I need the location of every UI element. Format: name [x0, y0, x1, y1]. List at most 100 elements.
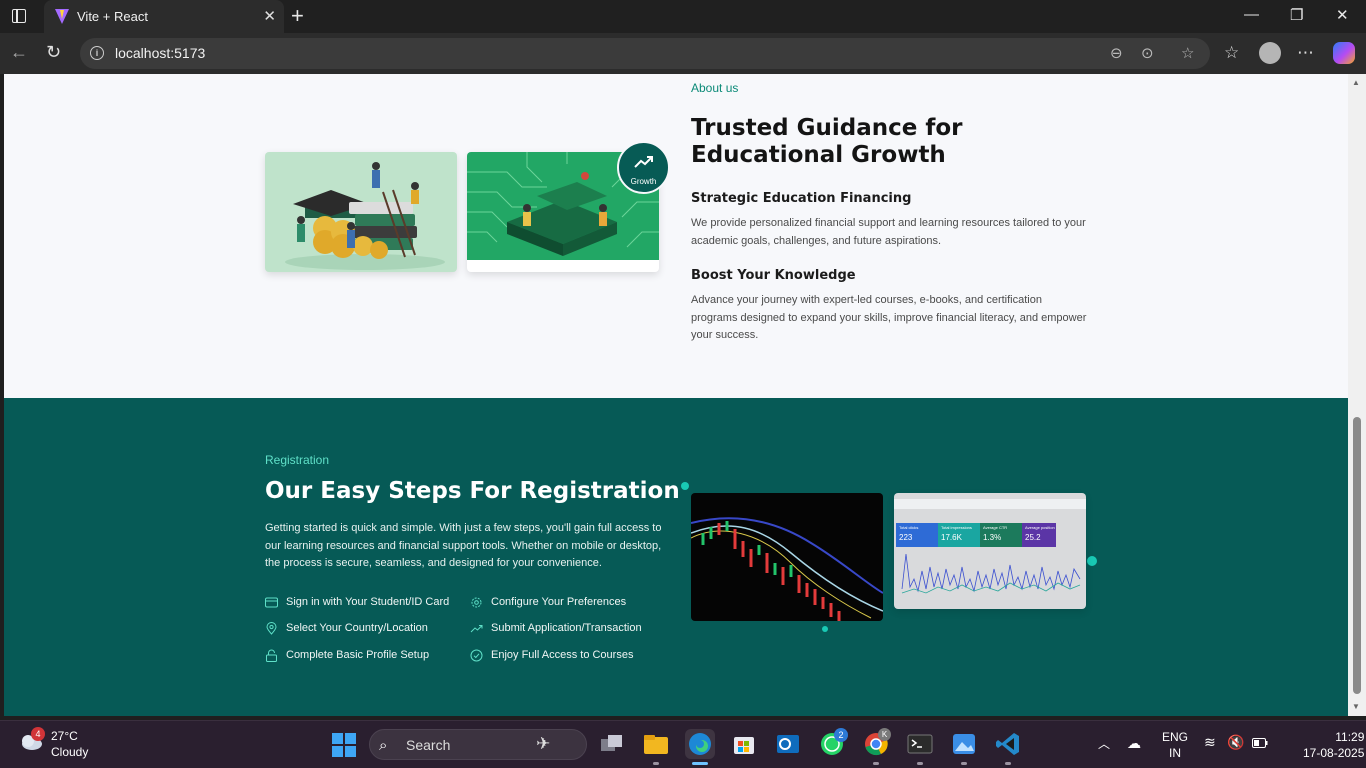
taskbar-indicator — [653, 762, 659, 765]
tab-close-icon[interactable]: ✕ — [263, 7, 276, 25]
address-toolbar: ← ↻ i localhost:5173 ⊖ ⊙ ☆ ☆ ⋯ — [0, 33, 1366, 74]
step-label: Configure Your Preferences — [491, 596, 627, 608]
page-viewport: Growth About us Trusted Guidance for Edu… — [4, 74, 1348, 716]
analytics-dashboard-image: Total clicks 223 Total impressions 17.6K… — [894, 493, 1086, 609]
more-menu-icon[interactable]: ⋯ — [1297, 43, 1314, 63]
volume-muted-icon[interactable]: 🔇 — [1227, 734, 1244, 751]
trending-up-icon — [470, 625, 483, 633]
new-tab-icon[interactable]: + — [291, 3, 304, 29]
tab-actions-icon[interactable] — [12, 9, 26, 23]
dashboard-toolbar — [894, 499, 1086, 509]
outlook-icon[interactable] — [773, 729, 803, 759]
decor-dot — [822, 626, 828, 632]
registration-eyebrow: Registration — [265, 453, 330, 467]
line-chart-graphic — [901, 553, 1081, 594]
step-label: Select Your Country/Location — [286, 622, 428, 634]
language-indicator[interactable]: ENG IN — [1162, 729, 1188, 761]
tray-overflow-icon[interactable]: ︿ — [1098, 735, 1110, 752]
vscode-icon[interactable] — [993, 729, 1023, 759]
url-field[interactable]: i localhost:5173 ⊖ ⊙ ☆ — [80, 38, 1210, 69]
growth-badge-label: Growth — [630, 177, 657, 186]
onedrive-icon[interactable]: ☁ — [1127, 735, 1141, 752]
copilot-icon[interactable] — [1333, 42, 1355, 64]
step-label: Sign in with Your Student/ID Card — [286, 596, 450, 608]
taskbar-indicator — [961, 762, 967, 765]
feature-text-knowledge: Advance your journey with expert-led cou… — [691, 294, 1087, 341]
scroll-down-icon[interactable]: ▼ — [1352, 702, 1360, 711]
gear-icon — [471, 597, 482, 608]
growth-badge: Growth — [617, 141, 670, 194]
taskbar-active-indicator — [692, 762, 708, 765]
weather-condition[interactable]: Cloudy — [51, 745, 88, 759]
wifi-icon[interactable]: ≋ — [1204, 734, 1216, 751]
refresh-icon[interactable]: ↻ — [46, 42, 61, 63]
taskbar-indicator — [917, 762, 923, 765]
lock-icon — [266, 649, 277, 662]
stat-card-clicks: Total clicks 223 — [896, 523, 938, 547]
about-section: Growth About us Trusted Guidance for Edu… — [4, 74, 1348, 398]
search-icon: ⌕ — [379, 737, 388, 754]
feature-text-financing: We provide personalized financial suppor… — [691, 217, 1086, 247]
battery-icon[interactable] — [1252, 738, 1268, 748]
tab-title: Vite + React — [77, 9, 148, 24]
location-pin-icon — [266, 622, 277, 635]
browser-tab[interactable]: Vite + React ✕ — [44, 0, 284, 33]
taskbar-indicator — [873, 762, 879, 765]
page-scrollbar[interactable]: ▲ ▼ — [1348, 74, 1366, 716]
reading-mode-icon[interactable]: ⊙ — [1141, 44, 1154, 62]
trending-up-icon — [634, 156, 653, 168]
stat-card-position: Average position 25.2 — [1022, 523, 1056, 547]
url-text[interactable]: localhost:5173 — [115, 45, 205, 61]
taskbar-indicator — [1005, 762, 1011, 765]
taskbar: 4 27°C Cloudy ⌕ Search ✈ 2 K ︿ ☁ ENG IN … — [0, 720, 1366, 768]
favorite-star-icon[interactable]: ☆ — [1181, 44, 1194, 62]
minimize-icon[interactable]: — — [1244, 6, 1259, 23]
registration-text: Getting started is quick and simple. Wit… — [265, 522, 662, 569]
feature-title-financing: Strategic Education Financing — [691, 191, 912, 206]
vite-logo-icon — [55, 9, 69, 24]
favorites-icon[interactable]: ☆ — [1224, 43, 1239, 63]
step-label: Submit Application/Transaction — [491, 622, 642, 634]
clock[interactable]: 11:29 17-08-2025 — [1303, 729, 1365, 761]
terminal-icon[interactable] — [905, 729, 935, 759]
whatsapp-badge: 2 — [834, 728, 848, 742]
task-view-icon[interactable] — [597, 729, 627, 759]
check-circle-icon — [470, 649, 483, 662]
decor-dot — [1087, 556, 1097, 566]
photos-icon[interactable] — [949, 729, 979, 759]
about-eyebrow: About us — [691, 81, 739, 95]
scroll-thumb[interactable] — [1353, 417, 1361, 694]
site-info-icon[interactable]: i — [90, 46, 104, 60]
scroll-up-icon[interactable]: ▲ — [1352, 78, 1360, 87]
about-heading: Trusted Guidance for Educational Growth — [691, 115, 963, 168]
taskbar-search[interactable]: ⌕ Search ✈ — [369, 729, 587, 760]
search-placeholder: Search — [406, 737, 451, 753]
decor-dot — [681, 482, 689, 490]
weather-badge: 4 — [31, 727, 45, 741]
clock-date: 17-08-2025 — [1303, 746, 1365, 760]
back-icon[interactable]: ← — [10, 42, 28, 63]
stock-chart-image — [691, 493, 883, 621]
browser-tab-strip: Vite + React ✕ + — ❐ ✕ — [0, 0, 1366, 33]
stat-card-ctr: Average CTR 1.3% — [980, 523, 1022, 547]
edge-browser-icon[interactable] — [685, 729, 715, 759]
registration-section: Registration Our Easy Steps For Registra… — [4, 398, 1348, 716]
store-icon[interactable] — [729, 729, 759, 759]
profile-avatar[interactable] — [1259, 42, 1281, 64]
clock-time: 11:29 — [1335, 730, 1365, 744]
restore-icon[interactable]: ❐ — [1290, 6, 1303, 24]
step-label: Complete Basic Profile Setup — [286, 649, 430, 661]
graduation-illustration — [265, 152, 457, 272]
stat-card-impressions: Total impressions 17.6K — [938, 523, 980, 547]
search-highlight-icon: ✈ — [536, 734, 551, 753]
feature-title-knowledge: Boost Your Knowledge — [691, 268, 856, 283]
weather-temperature[interactable]: 27°C — [51, 729, 78, 743]
id-card-icon — [265, 597, 278, 608]
start-button[interactable] — [332, 733, 356, 757]
registration-heading: Our Easy Steps For Registration — [265, 478, 680, 504]
chrome-profile-badge: K — [878, 728, 891, 741]
window-close-icon[interactable]: ✕ — [1336, 6, 1349, 24]
zoom-icon[interactable]: ⊖ — [1110, 44, 1123, 62]
step-label: Enjoy Full Access to Courses — [491, 649, 634, 661]
file-explorer-icon[interactable] — [641, 729, 671, 759]
